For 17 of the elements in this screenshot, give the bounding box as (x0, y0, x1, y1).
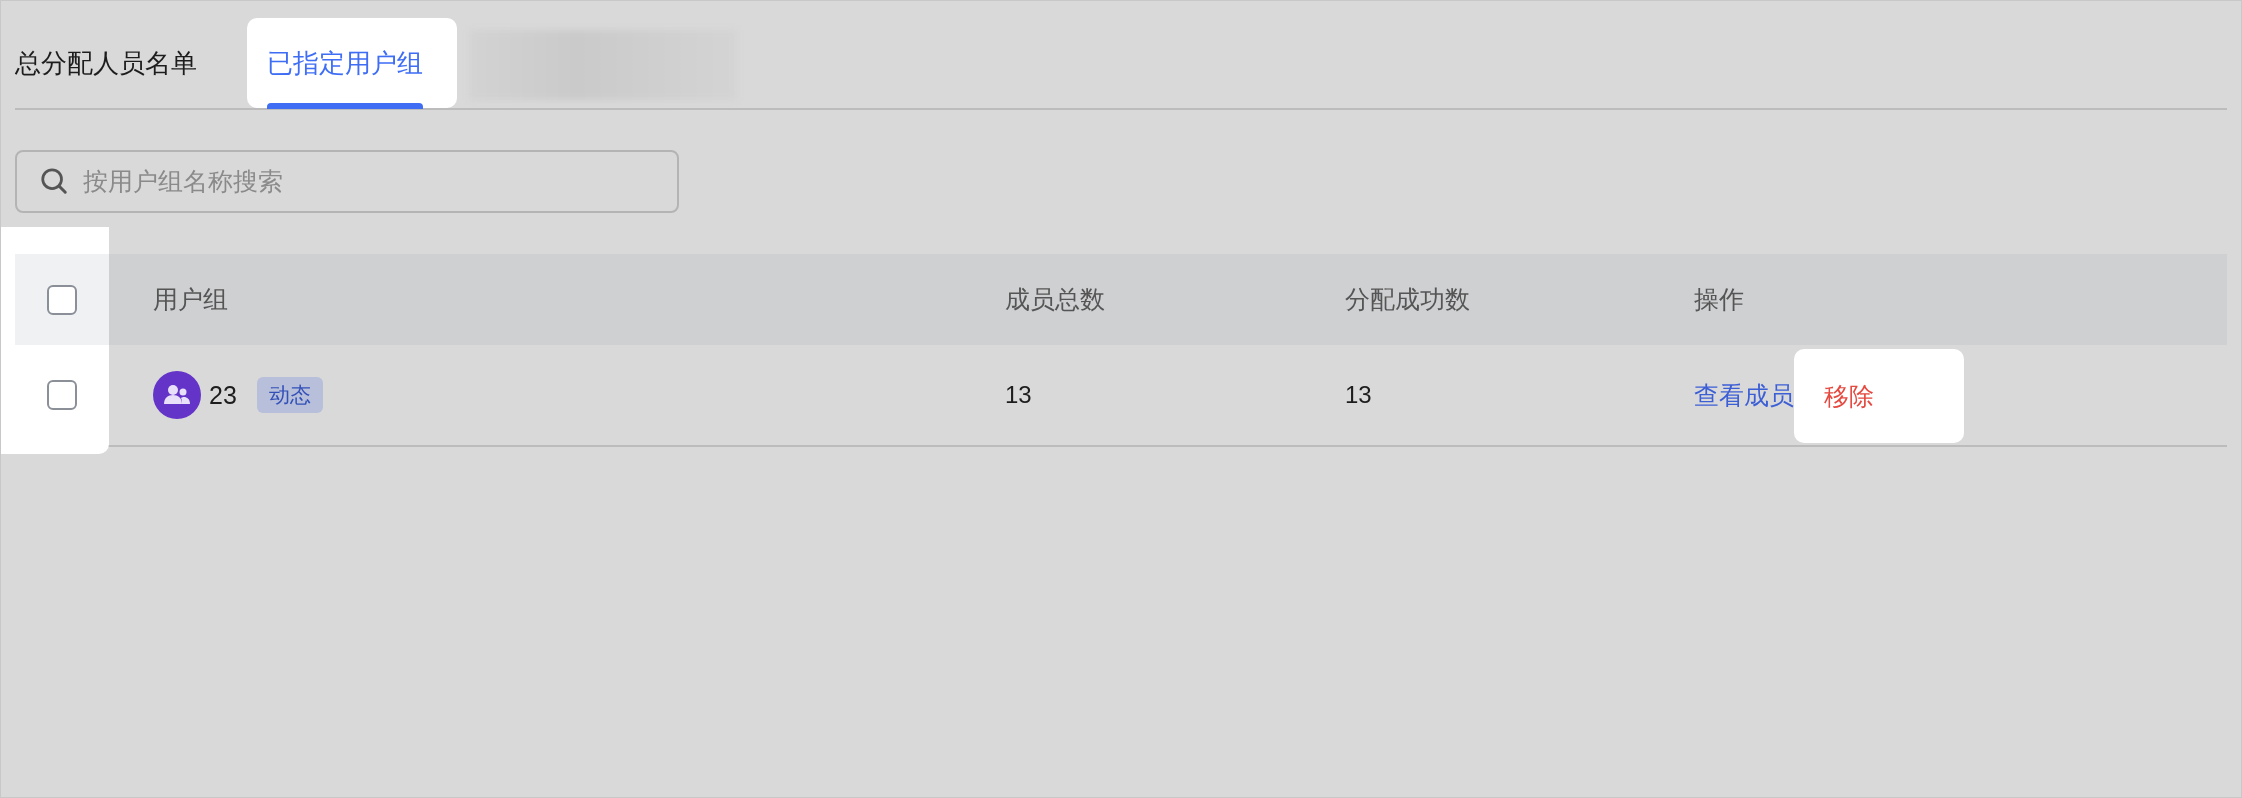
tab[interactable]: 总分配人员名单 (0, 18, 231, 108)
table-cell: 13 (1005, 381, 1032, 409)
remove-button[interactable]: 移除 (1794, 349, 1964, 443)
search-field[interactable]: 按用户组名称搜索 (15, 150, 679, 213)
column-header: 用户组 (153, 284, 228, 315)
tag: 动态 (256, 377, 323, 413)
group-name: 23 (209, 380, 237, 410)
checkbox[interactable] (47, 380, 77, 410)
column-header: 操作 (1694, 284, 1744, 315)
column-header: 成员总数 (1005, 284, 1105, 315)
user-group-icon (153, 371, 201, 419)
search-icon (39, 166, 69, 196)
tab[interactable]: 已指定用户组 (247, 18, 457, 108)
column-header: 分配成功数 (1345, 284, 1470, 315)
view-members-link[interactable]: 查看成员 (1694, 345, 1794, 445)
table-cell: 13 (1345, 381, 1372, 409)
checkbox[interactable] (47, 284, 77, 315)
